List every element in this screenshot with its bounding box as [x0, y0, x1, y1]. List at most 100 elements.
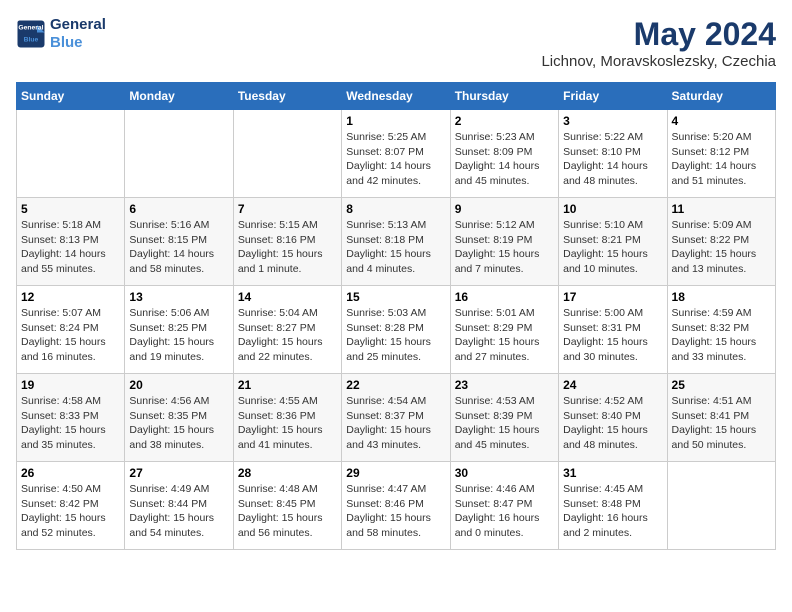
day-number: 29 [346, 466, 445, 480]
calendar-cell: 20 Sunrise: 4:56 AM Sunset: 8:35 PM Dayli… [125, 374, 233, 462]
calendar-cell: 25Sunrise: 4:51 AM Sunset: 8:41 PM Dayli… [667, 374, 775, 462]
day-info: Sunrise: 5:00 AM Sunset: 8:31 PM Dayligh… [563, 306, 662, 365]
day-number: 23 [455, 378, 554, 392]
day-number: 17 [563, 290, 662, 304]
day-info: Sunrise: 5:04 AM Sunset: 8:27 PM Dayligh… [238, 306, 337, 365]
day-info: Sunrise: 5:03 AM Sunset: 8:28 PM Dayligh… [346, 306, 445, 365]
calendar-cell: 29 Sunrise: 4:47 AM Sunset: 8:46 PM Dayli… [342, 462, 450, 550]
day-info: Sunrise: 4:47 AM Sunset: 8:46 PM Dayligh… [346, 482, 445, 541]
weekday-header: Tuesday [233, 83, 341, 110]
day-number: 28 [238, 466, 337, 480]
logo: General Blue General Blue [16, 16, 106, 52]
day-number: 20 [129, 378, 228, 392]
day-info: Sunrise: 4:53 AM Sunset: 8:39 PM Dayligh… [455, 394, 554, 453]
day-info: Sunrise: 4:48 AM Sunset: 8:45 PM Dayligh… [238, 482, 337, 541]
calendar-cell: 23 Sunrise: 4:53 AM Sunset: 8:39 PM Dayli… [450, 374, 558, 462]
day-number: 8 [346, 202, 445, 216]
day-number: 19 [21, 378, 120, 392]
calendar-cell [125, 110, 233, 198]
day-number: 27 [129, 466, 228, 480]
day-number: 9 [455, 202, 554, 216]
calendar-cell: 3 Sunrise: 5:22 AM Sunset: 8:10 PM Daylig… [559, 110, 667, 198]
calendar-cell: 21 Sunrise: 4:55 AM Sunset: 8:36 PM Dayli… [233, 374, 341, 462]
day-info: Sunrise: 4:50 AM Sunset: 8:42 PM Dayligh… [21, 482, 120, 541]
calendar-cell: 2Sunrise: 5:23 AM Sunset: 8:09 PM Daylig… [450, 110, 558, 198]
calendar-header-row: SundayMondayTuesdayWednesdayThursdayFrid… [17, 83, 776, 110]
day-info: Sunrise: 5:07 AM Sunset: 8:24 PM Dayligh… [21, 306, 120, 365]
weekday-header: Wednesday [342, 83, 450, 110]
calendar-cell: 18Sunrise: 4:59 AM Sunset: 8:32 PM Dayli… [667, 286, 775, 374]
calendar-cell: 27 Sunrise: 4:49 AM Sunset: 8:44 PM Dayli… [125, 462, 233, 550]
day-number: 3 [563, 114, 662, 128]
day-number: 24 [563, 378, 662, 392]
title-block: May 2024 Lichnov, Moravskoslezsky, Czech… [541, 16, 776, 70]
day-info: Sunrise: 4:49 AM Sunset: 8:44 PM Dayligh… [129, 482, 228, 541]
weekday-header: Saturday [667, 83, 775, 110]
calendar-cell: 17 Sunrise: 5:00 AM Sunset: 8:31 PM Dayli… [559, 286, 667, 374]
calendar-week-row: 12 Sunrise: 5:07 AM Sunset: 8:24 PM Dayli… [17, 286, 776, 374]
calendar-cell: 12 Sunrise: 5:07 AM Sunset: 8:24 PM Dayli… [17, 286, 125, 374]
day-info: Sunrise: 4:55 AM Sunset: 8:36 PM Dayligh… [238, 394, 337, 453]
day-info: Sunrise: 5:18 AM Sunset: 8:13 PM Dayligh… [21, 218, 120, 277]
calendar-cell [17, 110, 125, 198]
day-number: 31 [563, 466, 662, 480]
day-info: Sunrise: 5:15 AM Sunset: 8:16 PM Dayligh… [238, 218, 337, 277]
day-info: Sunrise: 4:52 AM Sunset: 8:40 PM Dayligh… [563, 394, 662, 453]
day-number: 16 [455, 290, 554, 304]
day-info: Sunrise: 5:10 AM Sunset: 8:21 PM Dayligh… [563, 218, 662, 277]
calendar-cell: 5Sunrise: 5:18 AM Sunset: 8:13 PM Daylig… [17, 198, 125, 286]
logo-general: General [50, 16, 106, 34]
logo-blue: Blue [50, 34, 106, 52]
day-number: 1 [346, 114, 445, 128]
day-info: Sunrise: 5:12 AM Sunset: 8:19 PM Dayligh… [455, 218, 554, 277]
calendar-cell [667, 462, 775, 550]
day-info: Sunrise: 5:06 AM Sunset: 8:25 PM Dayligh… [129, 306, 228, 365]
day-info: Sunrise: 4:56 AM Sunset: 8:35 PM Dayligh… [129, 394, 228, 453]
svg-text:Blue: Blue [24, 37, 39, 44]
calendar-cell: 14 Sunrise: 5:04 AM Sunset: 8:27 PM Dayli… [233, 286, 341, 374]
calendar-cell: 9 Sunrise: 5:12 AM Sunset: 8:19 PM Daylig… [450, 198, 558, 286]
calendar-cell: 1 Sunrise: 5:25 AM Sunset: 8:07 PM Daylig… [342, 110, 450, 198]
weekday-header: Sunday [17, 83, 125, 110]
calendar-week-row: 5Sunrise: 5:18 AM Sunset: 8:13 PM Daylig… [17, 198, 776, 286]
calendar-cell: 31 Sunrise: 4:45 AM Sunset: 8:48 PM Dayli… [559, 462, 667, 550]
day-info: Sunrise: 5:22 AM Sunset: 8:10 PM Dayligh… [563, 130, 662, 189]
day-info: Sunrise: 5:01 AM Sunset: 8:29 PM Dayligh… [455, 306, 554, 365]
day-number: 26 [21, 466, 120, 480]
day-number: 12 [21, 290, 120, 304]
day-info: Sunrise: 4:46 AM Sunset: 8:47 PM Dayligh… [455, 482, 554, 541]
day-number: 7 [238, 202, 337, 216]
header: General Blue General Blue May 2024 Lichn… [16, 16, 776, 70]
weekday-header: Thursday [450, 83, 558, 110]
calendar: SundayMondayTuesdayWednesdayThursdayFrid… [16, 82, 776, 550]
day-info: Sunrise: 5:23 AM Sunset: 8:09 PM Dayligh… [455, 130, 554, 189]
calendar-cell: 8 Sunrise: 5:13 AM Sunset: 8:18 PM Daylig… [342, 198, 450, 286]
day-info: Sunrise: 5:13 AM Sunset: 8:18 PM Dayligh… [346, 218, 445, 277]
day-number: 30 [455, 466, 554, 480]
day-info: Sunrise: 4:58 AM Sunset: 8:33 PM Dayligh… [21, 394, 120, 453]
day-number: 13 [129, 290, 228, 304]
calendar-cell: 26 Sunrise: 4:50 AM Sunset: 8:42 PM Dayli… [17, 462, 125, 550]
day-info: Sunrise: 4:45 AM Sunset: 8:48 PM Dayligh… [563, 482, 662, 541]
calendar-cell: 24 Sunrise: 4:52 AM Sunset: 8:40 PM Dayli… [559, 374, 667, 462]
calendar-cell: 10Sunrise: 5:10 AM Sunset: 8:21 PM Dayli… [559, 198, 667, 286]
day-info: Sunrise: 4:54 AM Sunset: 8:37 PM Dayligh… [346, 394, 445, 453]
calendar-cell: 13 Sunrise: 5:06 AM Sunset: 8:25 PM Dayli… [125, 286, 233, 374]
day-info: Sunrise: 5:25 AM Sunset: 8:07 PM Dayligh… [346, 130, 445, 189]
day-number: 14 [238, 290, 337, 304]
calendar-cell: 30 Sunrise: 4:46 AM Sunset: 8:47 PM Dayli… [450, 462, 558, 550]
day-info: Sunrise: 5:16 AM Sunset: 8:15 PM Dayligh… [129, 218, 228, 277]
location: Lichnov, Moravskoslezsky, Czechia [541, 53, 776, 70]
calendar-week-row: 1 Sunrise: 5:25 AM Sunset: 8:07 PM Daylig… [17, 110, 776, 198]
calendar-cell: 15 Sunrise: 5:03 AM Sunset: 8:28 PM Dayli… [342, 286, 450, 374]
calendar-cell: 16 Sunrise: 5:01 AM Sunset: 8:29 PM Dayli… [450, 286, 558, 374]
calendar-cell: 7 Sunrise: 5:15 AM Sunset: 8:16 PM Daylig… [233, 198, 341, 286]
day-info: Sunrise: 5:20 AM Sunset: 8:12 PM Dayligh… [672, 130, 771, 189]
weekday-header: Monday [125, 83, 233, 110]
day-number: 11 [672, 202, 771, 216]
calendar-cell: 22 Sunrise: 4:54 AM Sunset: 8:37 PM Dayli… [342, 374, 450, 462]
day-number: 22 [346, 378, 445, 392]
day-number: 25 [672, 378, 771, 392]
day-number: 21 [238, 378, 337, 392]
day-number: 15 [346, 290, 445, 304]
